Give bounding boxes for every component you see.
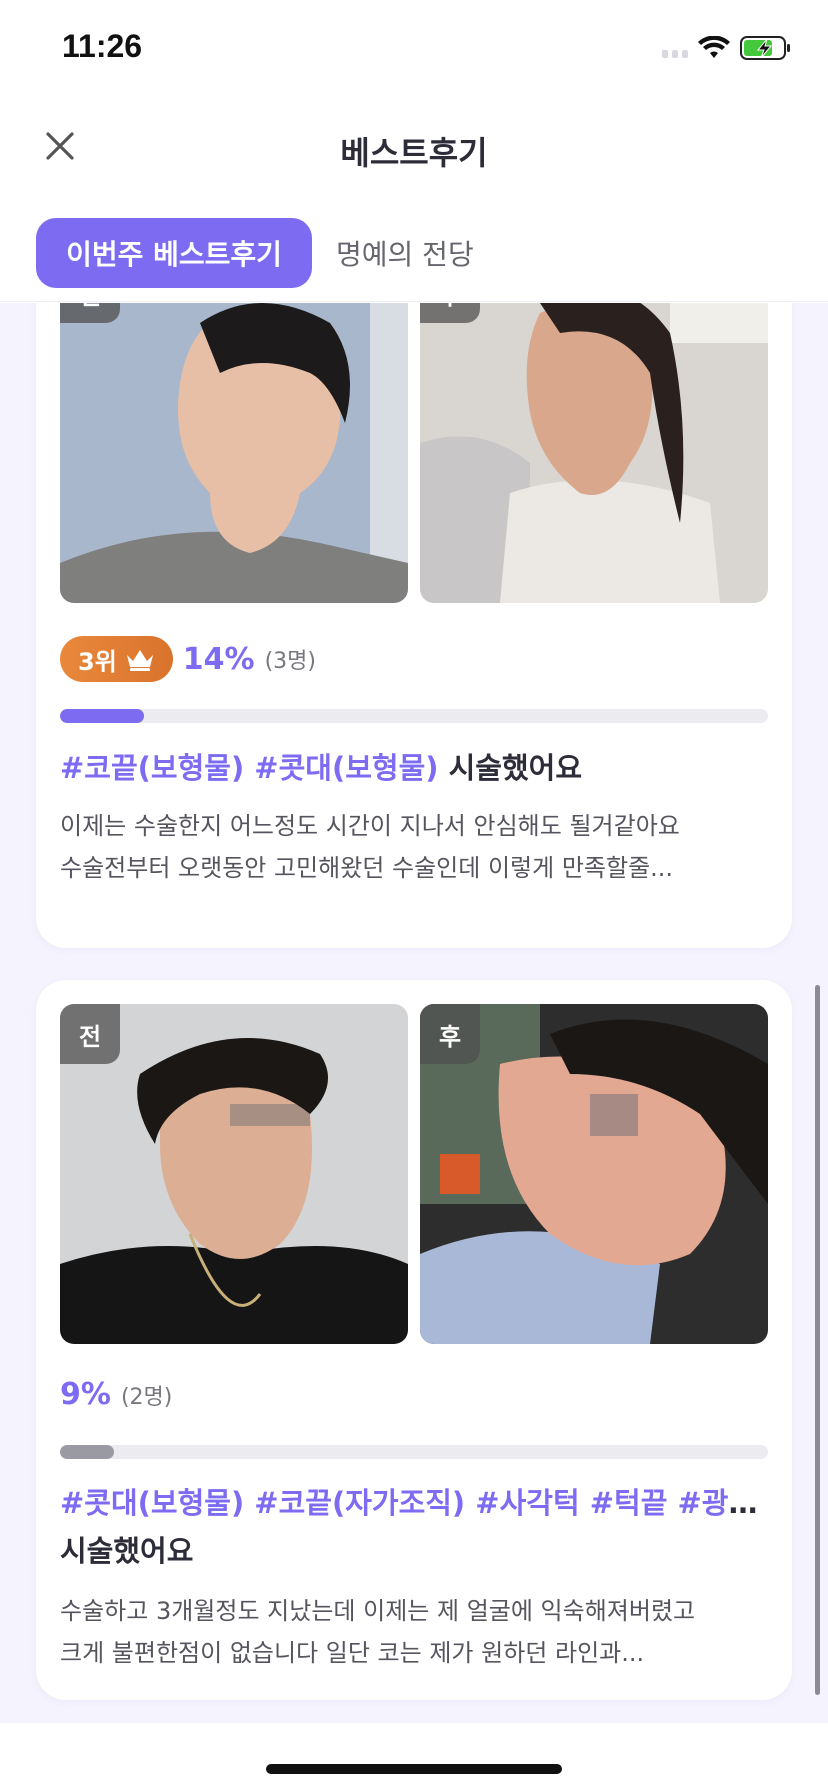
- review-card[interactable]: 전 후 3위 14% (3명): [36, 303, 792, 948]
- after-label: 후: [420, 1004, 480, 1064]
- before-label: 전: [60, 1004, 120, 1064]
- review-title-suffix: 시술했어요: [438, 751, 583, 785]
- procedure-tags: #콧대(보형물) #코끝(자가조직) #사각턱 #턱끝 #광대...: [60, 1486, 768, 1520]
- crown-icon: [126, 650, 153, 671]
- rank-label: 3위: [78, 647, 117, 676]
- review-card[interactable]: 전 후 9% (2명) #콧대(보형물) #코끝(자가조직) #사각턱 #턱끝 …: [36, 980, 792, 1700]
- after-photo: 후: [420, 1004, 768, 1344]
- after-label: 후: [420, 303, 480, 323]
- review-excerpt-line1: 이제는 수술한지 어느정도 시간이 지나서 안심해도 될거같아요: [60, 812, 680, 840]
- tab-hall-of-fame[interactable]: 명예의 전당: [336, 218, 474, 288]
- vote-count: (3명): [264, 649, 316, 674]
- vote-percent: 14%: [182, 641, 255, 677]
- vote-percent: 9%: [60, 1377, 111, 1412]
- vote-progress-bar: [60, 1445, 768, 1459]
- page-title: 베스트후기: [340, 134, 488, 172]
- review-title-suffix: 시술했어요: [60, 1534, 194, 1568]
- after-photo: 후: [420, 303, 768, 603]
- battery-charging-icon: [740, 36, 790, 60]
- before-photo: 전: [60, 1004, 408, 1344]
- vote-progress-bar: [60, 709, 768, 723]
- status-bar: 11:26: [0, 0, 828, 100]
- rank-row: 3위 14% (3명): [60, 636, 316, 682]
- vote-progress-fill: [60, 709, 145, 723]
- wifi-icon: [698, 36, 730, 58]
- tab-bar: 이번주 베스트후기 명예의 전당: [0, 200, 828, 302]
- home-indicator[interactable]: [266, 1764, 562, 1774]
- status-time: 11:26: [62, 28, 143, 64]
- review-title: #콧대(보형물) #코끝(자가조직) #사각턱 #턱끝 #광대...: [60, 1482, 768, 1524]
- procedure-tags: #코끝(보형물) #콧대(보형물): [60, 751, 439, 785]
- cellular-signal-icon: [662, 38, 688, 58]
- scroll-indicator[interactable]: [815, 985, 820, 1695]
- vote-count: (2명): [120, 1384, 173, 1410]
- rank-row: 9% (2명): [60, 1377, 172, 1412]
- vote-progress-fill: [60, 1445, 115, 1459]
- navigation-bar: 베스트후기: [0, 100, 828, 200]
- review-excerpt-line2: 크게 불편한점이 없습니다 일단 코는 제가 원하던 라인과...: [60, 1639, 645, 1667]
- tab-weekly-best[interactable]: 이번주 베스트후기: [36, 218, 312, 288]
- rank-badge: 3위: [60, 636, 173, 682]
- status-icons: [662, 34, 792, 62]
- before-label: 전: [60, 303, 120, 323]
- review-list[interactable]: 전 후 3위 14% (3명): [0, 303, 828, 1723]
- review-excerpt-line1: 수술하고 3개월정도 지났는데 이제는 제 얼굴에 익숙해져버렸고: [60, 1597, 696, 1625]
- review-title: #코끝(보형물) #콧대(보형물) 시술했어요: [60, 747, 768, 789]
- before-photo: 전: [60, 303, 408, 603]
- review-excerpt-line2: 수술전부터 오랫동안 고민해왔던 수술인데 이렇게 만족할줄...: [60, 854, 674, 882]
